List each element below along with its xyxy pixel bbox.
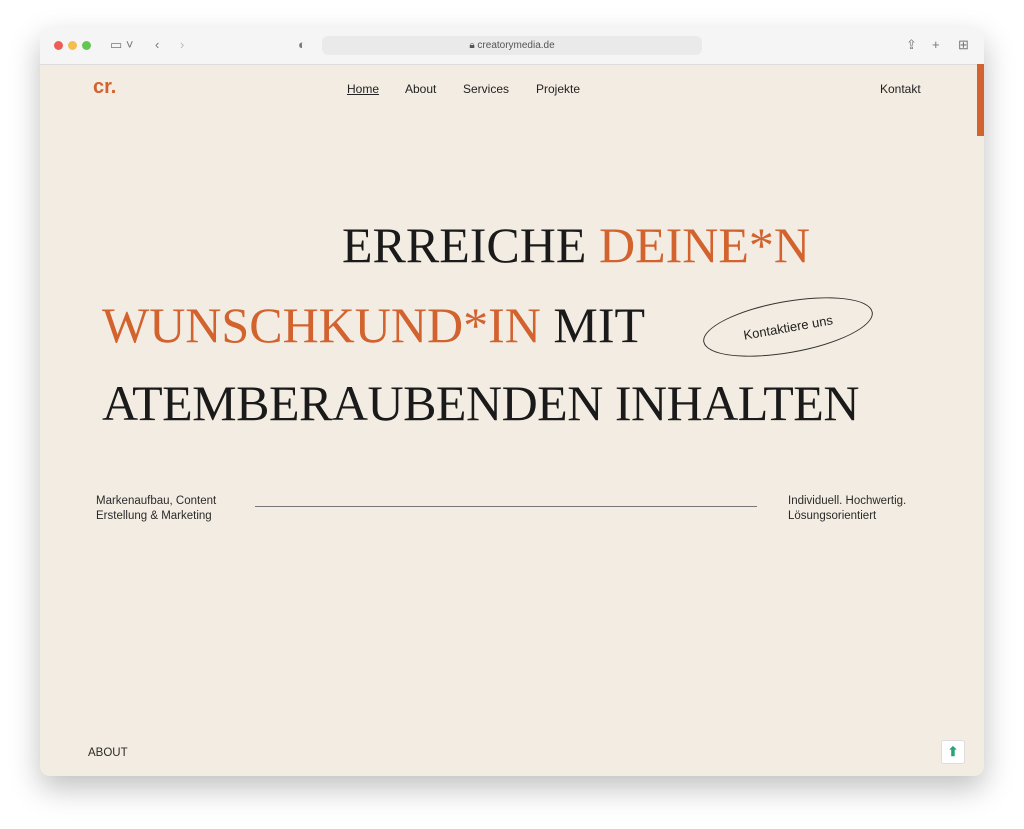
close-icon[interactable] bbox=[54, 41, 63, 50]
address-bar[interactable]: 🔒︎ creatorymedia.de bbox=[322, 36, 702, 55]
headline-line-1: ERREICHE DEINE*N bbox=[342, 216, 810, 274]
scrollbar[interactable] bbox=[977, 64, 984, 136]
nav-projekte[interactable]: Projekte bbox=[536, 82, 580, 96]
headline-line-3: ATEMBERAUBENDEN INHALTEN bbox=[102, 375, 859, 431]
tabs-overview-icon[interactable]: ⊞ bbox=[958, 37, 969, 53]
headline-accent: DEINE*N bbox=[598, 217, 810, 273]
values-line: Lösungsorientiert bbox=[788, 510, 877, 522]
services-line: Markenaufbau, Content bbox=[96, 495, 217, 507]
share-icon[interactable]: ⇪ bbox=[906, 37, 917, 53]
maximize-icon[interactable] bbox=[82, 41, 91, 50]
headline-accent: WUNSCHKUND*IN bbox=[102, 297, 541, 353]
shield-icon[interactable]: ◐ bbox=[298, 37, 306, 52]
divider bbox=[255, 506, 757, 507]
services-line: Erstellung & Marketing bbox=[96, 510, 212, 522]
headline-line-2: WUNSCHKUND*IN MIT bbox=[102, 296, 645, 354]
logo[interactable]: cr. bbox=[93, 76, 116, 99]
headline-text: MIT bbox=[553, 297, 646, 353]
nav-services[interactable]: Services bbox=[463, 82, 509, 96]
minimize-icon[interactable] bbox=[68, 41, 77, 50]
nav-about[interactable]: About bbox=[405, 82, 436, 96]
section-label-about: ABOUT bbox=[88, 747, 128, 759]
values-line: Individuell. Hochwertig. bbox=[788, 495, 907, 507]
back-icon[interactable]: ‹ bbox=[155, 37, 159, 52]
browser-toolbar: ▭ ˅ ‹ › ◐ 🔒︎ creatorymedia.de ⇪ + ⊞ bbox=[40, 28, 984, 65]
browser-window: ▭ ˅ ‹ › ◐ 🔒︎ creatorymedia.de ⇪ + ⊞ cr. … bbox=[40, 28, 984, 776]
services-summary: Markenaufbau, Content Erstellung & Market… bbox=[96, 494, 216, 524]
nav-kontakt[interactable]: Kontakt bbox=[880, 82, 921, 96]
sidebar-icon[interactable]: ▭ ˅ bbox=[110, 37, 134, 53]
nav-home[interactable]: Home bbox=[347, 82, 379, 96]
contact-cta-button[interactable]: Kontaktiere uns bbox=[698, 286, 878, 368]
url-text: creatorymedia.de bbox=[477, 40, 555, 51]
values-summary: Individuell. Hochwertig. Lösungsorientier… bbox=[788, 494, 906, 524]
headline-text: ERREICHE bbox=[342, 217, 587, 273]
new-tab-icon[interactable]: + bbox=[932, 37, 940, 52]
scroll-top-icon[interactable]: ⬆ bbox=[941, 740, 965, 764]
forward-icon[interactable]: › bbox=[180, 37, 184, 52]
